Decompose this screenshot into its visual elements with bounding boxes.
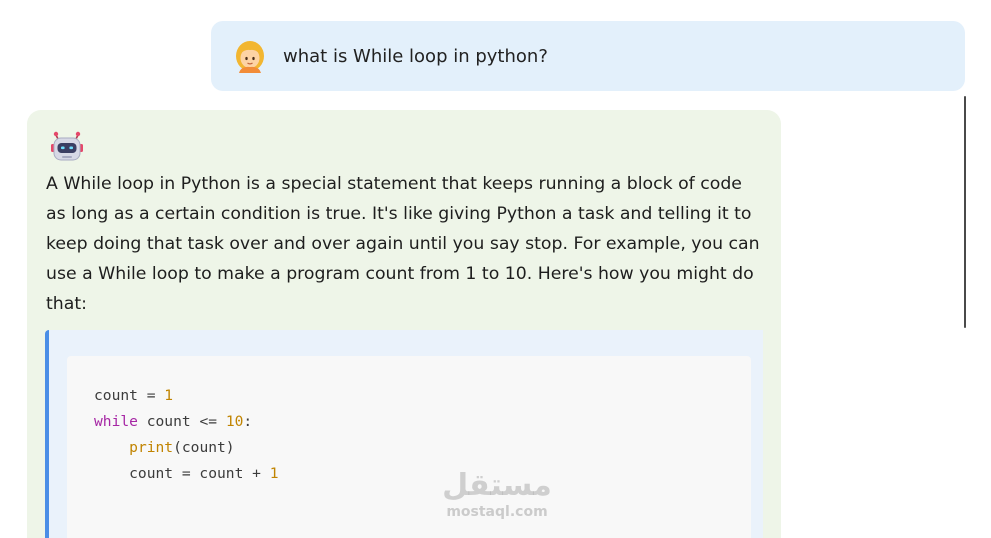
code-line: count = count + 1: [94, 461, 279, 487]
code-content: count = 1 while count <= 10: print(count)…: [94, 383, 279, 487]
chat-page: what is While loop in python? A While lo…: [0, 0, 991, 538]
watermark-logo: مستقل mostaql.com: [432, 468, 562, 528]
code-line: while count <= 10:: [94, 409, 279, 435]
watermark-latin-text: mostaql.com: [446, 504, 548, 520]
scrollbar[interactable]: [964, 96, 966, 328]
watermark-arabic-text: مستقل: [442, 468, 552, 503]
code-token: count = count +: [94, 465, 270, 482]
code-token: 1: [164, 387, 174, 404]
bot-message-text: A While loop in Python is a special stat…: [46, 174, 760, 314]
user-message-bubble: what is While loop in python?: [211, 21, 965, 91]
code-block: count = 1 while count <= 10: print(count)…: [45, 330, 763, 538]
code-line: print(count): [94, 435, 279, 461]
code-token: 10: [225, 413, 244, 430]
code-token: 1: [269, 465, 279, 482]
user-message-text: what is While loop in python?: [283, 45, 548, 67]
code-line: count = 1: [94, 383, 279, 409]
robot-emoji-icon: [49, 128, 85, 164]
code-token: count =: [94, 387, 165, 404]
code-token: print: [129, 439, 174, 456]
code-token: :: [243, 413, 253, 430]
bot-message-bubble: A While loop in Python is a special stat…: [27, 110, 781, 538]
code-token: count <=: [137, 413, 226, 430]
girl-emoji-icon: [233, 39, 267, 73]
code-token: (count): [173, 439, 235, 456]
code-box: count = 1 while count <= 10: print(count)…: [67, 356, 751, 538]
code-token: while: [94, 413, 138, 430]
